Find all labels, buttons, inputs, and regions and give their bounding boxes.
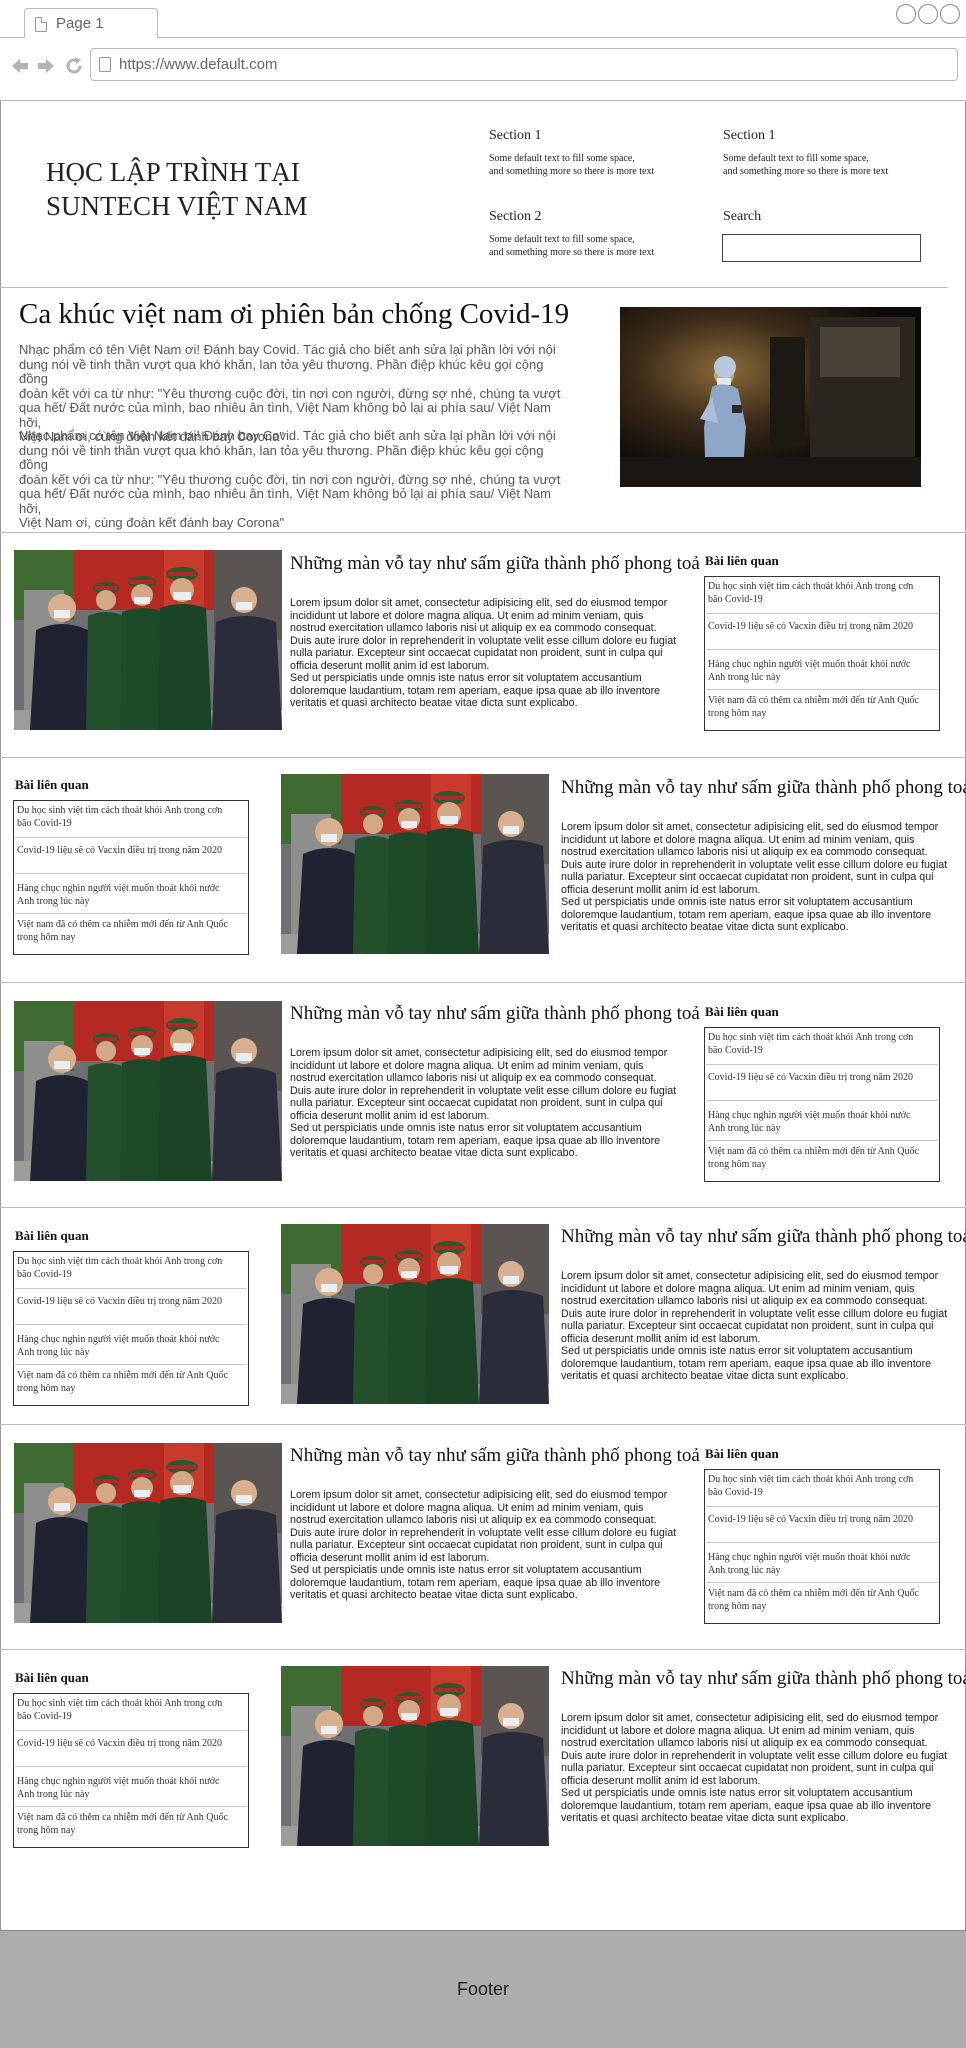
logo-line-1: HỌC LẬP TRÌNH TẠI — [46, 157, 300, 187]
related-list: Du học sinh việt tìm cách thoát khỏi Anh… — [704, 576, 940, 731]
footer-label: Footer — [456, 1979, 510, 1999]
logo-line-2: SUNTECH VIỆT NAM — [46, 191, 308, 221]
related-item[interactable]: Du học sinh việt tìm cách thoát khỏi Anh… — [706, 581, 938, 606]
related-title: Bài liên quan — [15, 777, 89, 792]
related-item[interactable]: Covid-19 liệu sẽ có Vacxin điều trị tron… — [706, 1514, 938, 1527]
related-item[interactable]: Hàng chục nghìn người việt muốn thoát kh… — [15, 883, 247, 908]
related-item[interactable]: Việt nam đã có thêm ca nhiễm mới đến từ … — [706, 695, 938, 720]
article-title[interactable]: Những màn vỗ tay như sấm giữa thành phố … — [290, 1445, 700, 1467]
article-body: Lorem ipsum dolor sit amet, consectetur … — [561, 1712, 948, 1824]
article-body: Lorem ipsum dolor sit amet, consectetur … — [561, 821, 948, 933]
related-item[interactable]: Covid-19 liệu sẽ có Vacxin điều trị tron… — [706, 621, 938, 634]
hero-title[interactable]: Ca khúc việt nam ơi phiên bản chống Covi… — [19, 298, 569, 331]
related-item[interactable]: Covid-19 liệu sẽ có Vacxin điều trị tron… — [15, 1296, 247, 1309]
window-button-minimize-icon[interactable] — [896, 4, 916, 24]
section-divider — [0, 532, 966, 533]
section-text: Some default text to fill some space, and… — [489, 234, 655, 258]
header-section-2: Section 2 Some default text to fill some… — [489, 209, 709, 259]
url-text: https://www.default.com — [119, 56, 278, 73]
article-image[interactable] — [14, 1443, 282, 1623]
page-footer: Footer — [0, 1930, 966, 2048]
section-divider — [0, 1649, 966, 1650]
related-list: Du học sinh việt tìm cách thoát khỏi Anh… — [704, 1469, 940, 1624]
related-item[interactable]: Du học sinh việt tìm cách thoát khỏi Anh… — [15, 805, 247, 830]
header-section-1b: Section 1 Some default text to fill some… — [723, 128, 943, 178]
related-item[interactable]: Du học sinh việt tìm cách thoát khỏi Anh… — [706, 1032, 938, 1057]
article-image[interactable] — [281, 1666, 549, 1846]
section-divider — [0, 757, 966, 758]
related-list: Du học sinh việt tìm cách thoát khỏi Anh… — [13, 1251, 249, 1406]
related-title: Bài liên quan — [705, 1446, 779, 1461]
hero-paragraph-2: Nhạc phẩm có tên Việt Nam ơi! Đánh bay C… — [19, 428, 561, 530]
article-body: Lorem ipsum dolor sit amet, consectetur … — [290, 597, 677, 709]
related-title: Bài liên quan — [705, 553, 779, 568]
search-label: Search — [723, 209, 762, 224]
section-divider — [0, 1424, 966, 1425]
section-title: Section 1 — [723, 128, 776, 143]
related-item[interactable]: Việt nam đã có thêm ca nhiễm mới đến từ … — [706, 1588, 938, 1613]
article-title[interactable]: Những màn vỗ tay như sấm giữa thành phố … — [290, 553, 700, 575]
related-item[interactable]: Du học sinh việt tìm cách thoát khỏi Anh… — [15, 1256, 247, 1281]
related-item[interactable]: Covid-19 liệu sẽ có Vacxin điều trị tron… — [15, 845, 247, 858]
browser-chrome: Page 1 https://www.default.com — [0, 0, 966, 101]
related-list: Du học sinh việt tìm cách thoát khỏi Anh… — [13, 1693, 249, 1848]
related-item[interactable]: Hàng chục nghìn người việt muốn thoát kh… — [15, 1776, 247, 1801]
related-item[interactable]: Hàng chục nghìn người việt muốn thoát kh… — [706, 1552, 938, 1577]
related-title: Bài liên quan — [705, 1004, 779, 1019]
related-item[interactable]: Hàng chục nghìn người việt muốn thoát kh… — [706, 1110, 938, 1135]
section-divider — [0, 1207, 966, 1208]
related-item[interactable]: Du học sinh việt tìm cách thoát khỏi Anh… — [706, 1474, 938, 1499]
article-image[interactable] — [14, 550, 282, 730]
article-image[interactable] — [281, 774, 549, 954]
article-image[interactable] — [14, 1001, 282, 1181]
related-list: Du học sinh việt tìm cách thoát khỏi Anh… — [13, 800, 249, 955]
section-text: Some default text to fill some space, and… — [723, 153, 889, 177]
article-body: Lorem ipsum dolor sit amet, consectetur … — [290, 1489, 677, 1601]
related-item[interactable]: Covid-19 liệu sẽ có Vacxin điều trị tron… — [15, 1738, 247, 1751]
article-title[interactable]: Những màn vỗ tay như sấm giữa thành phố … — [290, 1003, 700, 1025]
related-title: Bài liên quan — [15, 1670, 89, 1685]
article-title[interactable]: Những màn vỗ tay như sấm giữa thành phố … — [561, 1226, 966, 1248]
article-body: Lorem ipsum dolor sit amet, consectetur … — [561, 1270, 948, 1382]
section-divider — [0, 982, 966, 983]
tab-title: Page 1 — [56, 15, 104, 32]
related-item[interactable]: Việt nam đã có thêm ca nhiễm mới đến từ … — [15, 919, 247, 944]
header-divider — [0, 287, 948, 288]
window-button-close-icon[interactable] — [940, 4, 960, 24]
related-item[interactable]: Việt nam đã có thêm ca nhiễm mới đến từ … — [15, 1370, 247, 1395]
article-body: Lorem ipsum dolor sit amet, consectetur … — [290, 1047, 677, 1159]
forward-arrow-icon[interactable] — [36, 56, 56, 80]
browser-tab[interactable]: Page 1 — [24, 8, 158, 38]
related-item[interactable]: Việt nam đã có thêm ca nhiễm mới đến từ … — [706, 1146, 938, 1171]
search-input[interactable] — [722, 234, 921, 262]
related-item[interactable]: Việt nam đã có thêm ca nhiễm mới đến từ … — [15, 1812, 247, 1837]
related-list: Du học sinh việt tìm cách thoát khỏi Anh… — [704, 1027, 940, 1182]
section-text: Some default text to fill some space, and… — [489, 153, 655, 177]
header-section-1: Section 1 Some default text to fill some… — [489, 128, 709, 178]
related-item[interactable]: Du học sinh việt tìm cách thoát khỏi Anh… — [15, 1698, 247, 1723]
related-item[interactable]: Hàng chục nghìn người việt muốn thoát kh… — [706, 659, 938, 684]
back-arrow-icon[interactable] — [10, 56, 30, 80]
section-title: Section 2 — [489, 209, 542, 224]
site-logo[interactable]: HỌC LẬP TRÌNH TẠI SUNTECH VIỆT NAM — [46, 155, 366, 223]
related-item[interactable]: Covid-19 liệu sẽ có Vacxin điều trị tron… — [706, 1072, 938, 1085]
article-image[interactable] — [281, 1224, 549, 1404]
related-item[interactable]: Hàng chục nghìn người việt muốn thoát kh… — [15, 1334, 247, 1359]
article-title[interactable]: Những màn vỗ tay như sấm giữa thành phố … — [561, 1668, 966, 1690]
page-icon — [99, 57, 111, 72]
article-title[interactable]: Những màn vỗ tay như sấm giữa thành phố … — [561, 777, 966, 799]
section-title: Section 1 — [489, 128, 542, 143]
related-title: Bài liên quan — [15, 1228, 89, 1243]
address-bar[interactable]: https://www.default.com — [90, 48, 958, 81]
page-icon — [35, 17, 47, 32]
hero-image[interactable] — [620, 307, 921, 487]
window-button-maximize-icon[interactable] — [918, 4, 938, 24]
reload-icon[interactable] — [64, 56, 84, 80]
